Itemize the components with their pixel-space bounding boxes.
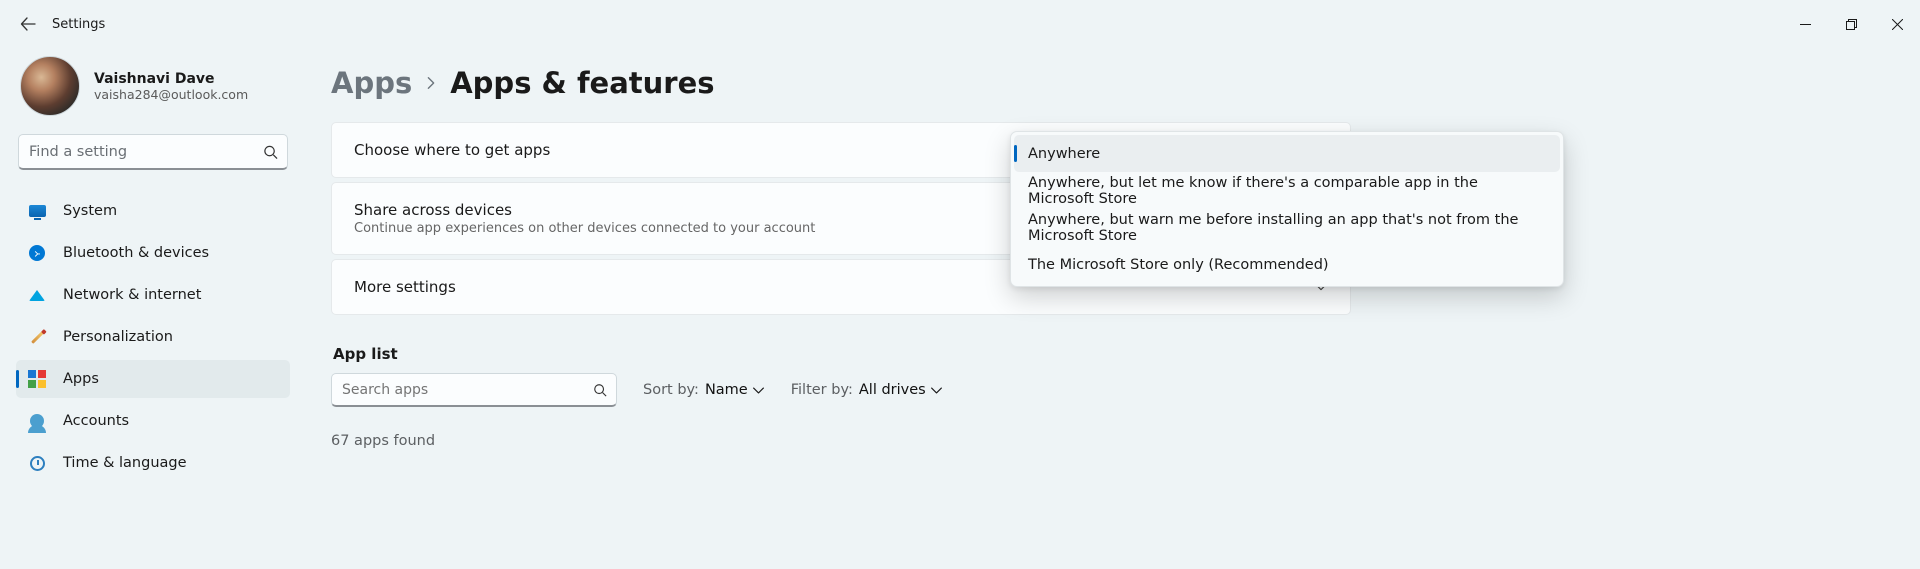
filter-label: Filter by: bbox=[791, 382, 853, 398]
profile-email: vaisha284@outlook.com bbox=[94, 87, 248, 102]
chevron-down-icon bbox=[930, 384, 943, 397]
avatar bbox=[20, 56, 80, 116]
card-text: More settings bbox=[354, 278, 456, 296]
dropdown-option-store-only[interactable]: The Microsoft Store only (Recommended) bbox=[1014, 246, 1560, 283]
filter-value: All drives bbox=[859, 382, 926, 398]
accounts-icon bbox=[28, 412, 46, 430]
sidebar-item-label: Network & internet bbox=[63, 287, 201, 303]
choose-apps-dropdown: Anywhere Anywhere, but let me know if th… bbox=[1010, 131, 1564, 287]
minimize-icon bbox=[1800, 19, 1811, 30]
system-icon bbox=[28, 202, 46, 220]
chevron-right-icon bbox=[424, 76, 438, 90]
sidebar: Vaishnavi Dave vaisha284@outlook.com Sys… bbox=[0, 48, 306, 569]
chevron-down-icon bbox=[752, 384, 765, 397]
dropdown-option-label: Anywhere, but warn me before installing … bbox=[1028, 212, 1546, 244]
sidebar-item-network[interactable]: Network & internet bbox=[16, 276, 290, 314]
sidebar-item-apps[interactable]: Apps bbox=[16, 360, 290, 398]
profile-block[interactable]: Vaishnavi Dave vaisha284@outlook.com bbox=[16, 48, 290, 134]
sort-label: Sort by: bbox=[643, 382, 699, 398]
close-button[interactable] bbox=[1874, 8, 1920, 40]
window-controls bbox=[1782, 8, 1920, 40]
sort-by-dropdown[interactable]: Sort by: Name bbox=[643, 382, 765, 398]
search-icon bbox=[263, 145, 278, 160]
profile-text: Vaishnavi Dave vaisha284@outlook.com bbox=[94, 71, 248, 102]
sidebar-item-bluetooth[interactable]: ᚛ Bluetooth & devices bbox=[16, 234, 290, 272]
sidebar-item-time-language[interactable]: Time & language bbox=[16, 444, 290, 482]
dropdown-option-warn-me[interactable]: Anywhere, but warn me before installing … bbox=[1014, 209, 1560, 246]
card-label: Share across devices bbox=[354, 201, 815, 219]
search-apps-field bbox=[331, 373, 617, 407]
maximize-icon bbox=[1846, 19, 1857, 30]
profile-name: Vaishnavi Dave bbox=[94, 71, 248, 87]
clock-icon bbox=[28, 454, 46, 472]
dropdown-option-let-me-know[interactable]: Anywhere, but let me know if there's a c… bbox=[1014, 172, 1560, 209]
wifi-icon bbox=[28, 286, 46, 304]
maximize-button[interactable] bbox=[1828, 8, 1874, 40]
window-title: Settings bbox=[52, 17, 105, 32]
card-label: Choose where to get apps bbox=[354, 141, 550, 159]
breadcrumb: Apps Apps & features bbox=[331, 66, 1890, 100]
sidebar-item-system[interactable]: System bbox=[16, 192, 290, 230]
sidebar-item-label: Personalization bbox=[63, 329, 173, 345]
search-icon bbox=[593, 383, 607, 397]
sidebar-item-label: Apps bbox=[63, 371, 99, 387]
sidebar-item-label: System bbox=[63, 203, 117, 219]
dropdown-option-label: Anywhere, but let me know if there's a c… bbox=[1028, 175, 1546, 207]
sidebar-item-label: Time & language bbox=[63, 455, 187, 471]
app-list-heading: App list bbox=[333, 345, 1890, 363]
brush-icon bbox=[28, 328, 46, 346]
titlebar: Settings bbox=[0, 0, 1920, 48]
close-icon bbox=[1892, 19, 1903, 30]
sort-value: Name bbox=[705, 382, 748, 398]
minimize-button[interactable] bbox=[1782, 8, 1828, 40]
card-subtext: Continue app experiences on other device… bbox=[354, 221, 815, 236]
bluetooth-icon: ᚛ bbox=[28, 244, 46, 262]
apps-icon bbox=[28, 370, 46, 388]
sidebar-item-label: Accounts bbox=[63, 413, 129, 429]
app-count-text: 67 apps found bbox=[331, 433, 1890, 449]
card-text: Share across devices Continue app experi… bbox=[354, 201, 815, 236]
titlebar-left: Settings bbox=[0, 14, 105, 34]
nav: System ᚛ Bluetooth & devices Network & i… bbox=[16, 192, 290, 482]
arrow-left-icon bbox=[20, 16, 36, 32]
sidebar-item-personalization[interactable]: Personalization bbox=[16, 318, 290, 356]
back-button[interactable] bbox=[18, 14, 38, 34]
dropdown-option-label: Anywhere bbox=[1028, 146, 1100, 162]
card-label: More settings bbox=[354, 278, 456, 296]
search-input[interactable] bbox=[18, 134, 288, 170]
page-title: Apps & features bbox=[450, 66, 714, 100]
filter-by-dropdown[interactable]: Filter by: All drives bbox=[791, 382, 943, 398]
main-content: Apps Apps & features Choose where to get… bbox=[306, 48, 1920, 569]
settings-search bbox=[18, 134, 288, 170]
sidebar-item-label: Bluetooth & devices bbox=[63, 245, 209, 261]
dropdown-option-label: The Microsoft Store only (Recommended) bbox=[1028, 257, 1329, 273]
search-apps-input[interactable] bbox=[331, 373, 617, 407]
app-list-controls: Sort by: Name Filter by: All drives bbox=[331, 373, 1890, 407]
card-text: Choose where to get apps bbox=[354, 141, 550, 159]
breadcrumb-parent[interactable]: Apps bbox=[331, 66, 412, 100]
dropdown-option-anywhere[interactable]: Anywhere bbox=[1014, 135, 1560, 172]
sidebar-item-accounts[interactable]: Accounts bbox=[16, 402, 290, 440]
